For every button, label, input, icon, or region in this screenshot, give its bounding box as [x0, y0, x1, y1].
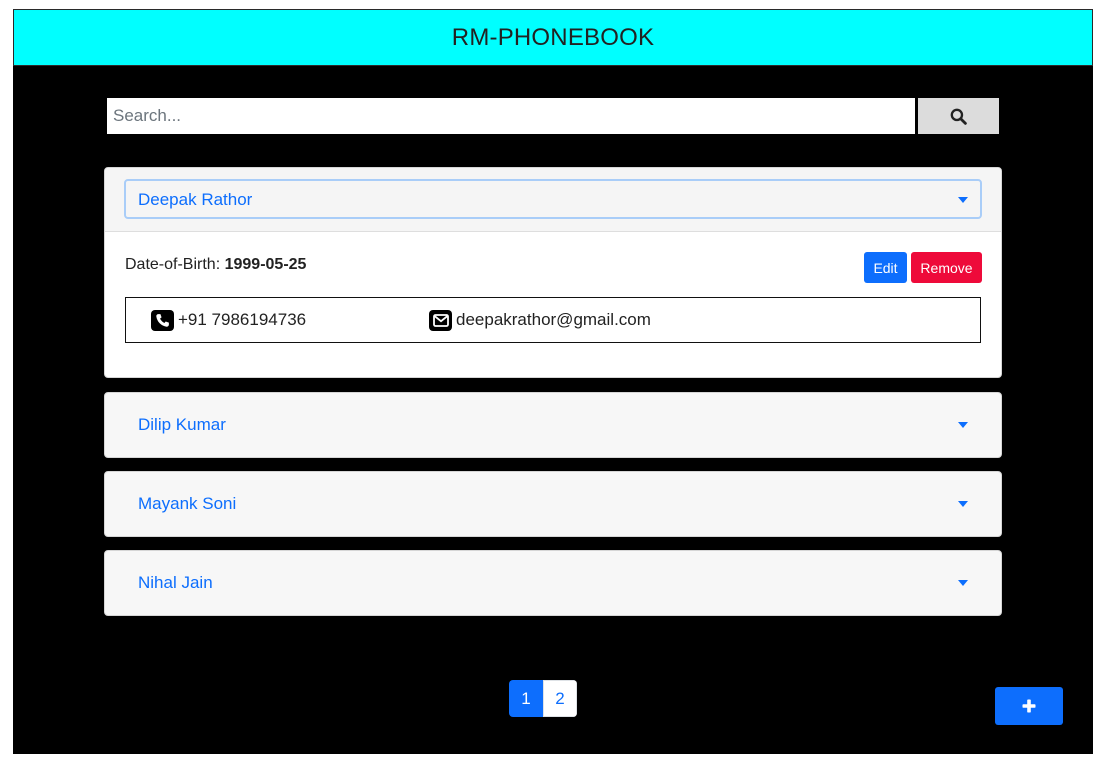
- accordion-header-mayank-soni[interactable]: Mayank Soni: [105, 472, 1001, 536]
- accordion-body: Date-of-Birth: 1999-05-25 Edit Remove +9…: [105, 232, 1001, 377]
- search-button[interactable]: [918, 98, 999, 134]
- edit-button[interactable]: Edit: [864, 252, 907, 283]
- date-of-birth: Date-of-Birth: 1999-05-25: [125, 256, 306, 274]
- plus-icon: [1022, 699, 1036, 713]
- contact-accordion-item: Deepak Rathor Date-of-Birth: 1999-05-25 …: [104, 167, 1002, 378]
- phone-number: +91 7986194736: [178, 310, 307, 329]
- envelope-icon: [429, 309, 452, 331]
- search-icon: [950, 108, 967, 125]
- phonebook-app: RM-PHONEBOOK Deepak Rathor Date-of-Birth…: [13, 9, 1093, 754]
- chevron-down-icon: [958, 196, 968, 203]
- remove-button[interactable]: Remove: [911, 252, 982, 283]
- contact-accordion-item[interactable]: Nihal Jain: [104, 550, 1002, 616]
- chevron-down-icon: [958, 580, 968, 586]
- contact-name: Dilip Kumar: [138, 415, 226, 434]
- add-contact-button[interactable]: [995, 687, 1063, 725]
- contact-name: Deepak Rathor: [138, 189, 253, 209]
- accordion-header-dilip-kumar[interactable]: Dilip Kumar: [105, 393, 1001, 457]
- contact-name: Nihal Jain: [138, 573, 213, 592]
- accordion-focus-ring: [124, 179, 982, 219]
- phone-entry: +91 7986194736: [151, 298, 306, 342]
- contact-accordion-item[interactable]: Dilip Kumar: [104, 392, 1002, 458]
- search-input[interactable]: [107, 98, 915, 134]
- chevron-down-icon: [958, 422, 968, 428]
- contact-details-box: +91 7986194736 deepakrathor@gmail.com: [125, 297, 981, 343]
- page-1-button[interactable]: 1: [509, 680, 543, 717]
- accordion-header-nihal-jain[interactable]: Nihal Jain: [105, 551, 1001, 615]
- phone-icon: [151, 309, 174, 331]
- dob-value: 1999-05-25: [224, 256, 307, 273]
- page-2-button[interactable]: 2: [543, 680, 577, 717]
- email-entry: deepakrathor@gmail.com: [429, 298, 651, 342]
- contact-name: Mayank Soni: [138, 494, 237, 513]
- header: RM-PHONEBOOK: [13, 9, 1093, 66]
- email-address: deepakrathor@gmail.com: [456, 310, 651, 329]
- dob-label: Date-of-Birth:: [125, 256, 221, 273]
- pagination: 1 2: [509, 680, 577, 717]
- chevron-down-icon: [958, 501, 968, 507]
- contact-accordion-item[interactable]: Mayank Soni: [104, 471, 1002, 537]
- accordion-header-deepak-rathor[interactable]: Deepak Rathor: [105, 168, 1001, 232]
- page-title: RM-PHONEBOOK: [451, 23, 655, 51]
